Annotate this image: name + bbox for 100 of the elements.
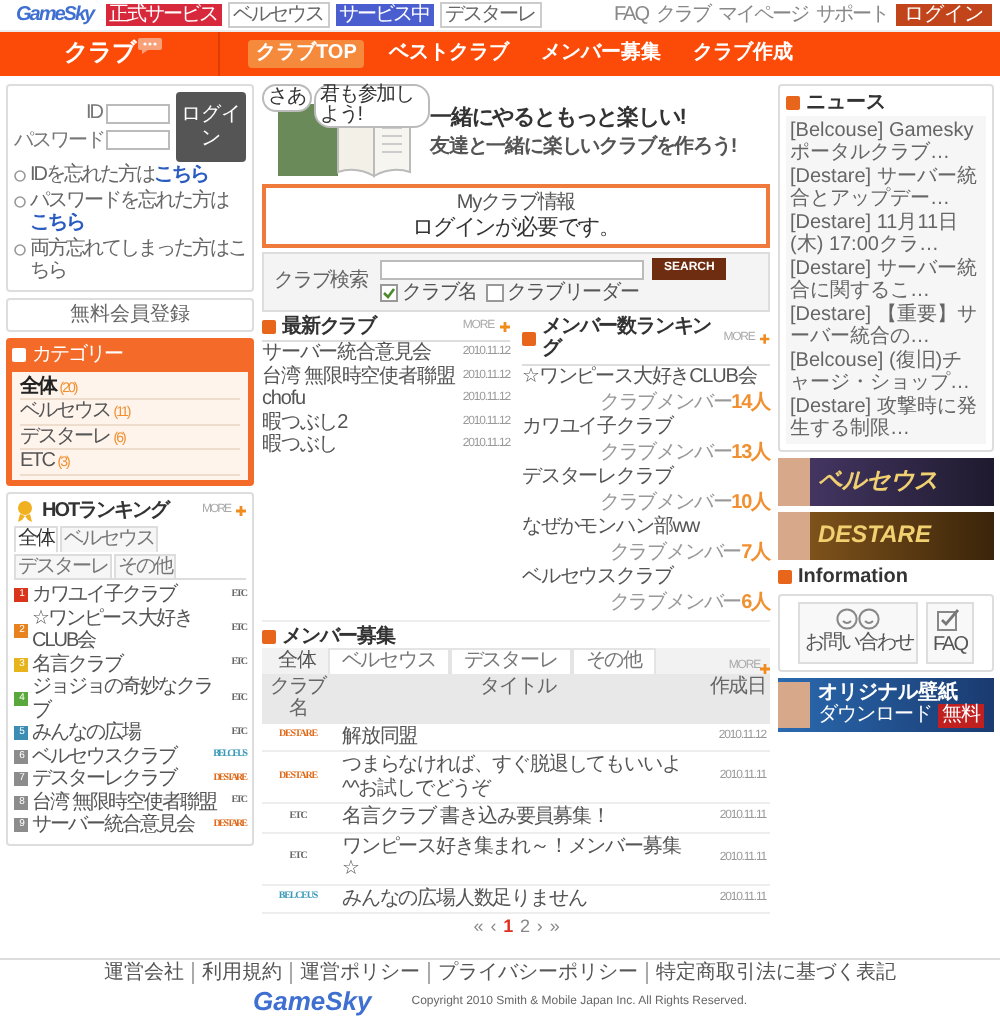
- search-field[interactable]: [380, 259, 645, 280]
- wallpaper-banner[interactable]: オリジナル壁紙 ダウンロード 無料: [778, 677, 994, 731]
- ranking-tab[interactable]: ベルセウス: [60, 526, 158, 551]
- login-button[interactable]: ログイン: [176, 92, 246, 162]
- club-title: クラブ: [64, 40, 136, 68]
- header-link[interactable]: サポート: [816, 3, 888, 27]
- help-text: パスワードを忘れた方は こちら: [30, 189, 231, 235]
- game-link[interactable]: ベルセウス: [227, 1, 330, 29]
- recruit-tab[interactable]: その他: [571, 648, 657, 674]
- section-title: HOTランキング: [42, 499, 169, 522]
- checkbox[interactable]: [380, 284, 399, 303]
- arrow-square-icon: [12, 348, 26, 363]
- character-art-placeholder: [778, 511, 810, 559]
- ranking-tab[interactable]: デスターレ: [14, 553, 112, 578]
- here-link[interactable]: こちら: [30, 212, 84, 234]
- gamesky-logo[interactable]: GameSky: [16, 3, 94, 27]
- club-link[interactable]: 暇つぶし2: [262, 411, 348, 435]
- game-link[interactable]: デスターレ: [439, 1, 542, 29]
- news-link[interactable]: [Belcouse] Gameskyポータルクラブ…: [790, 119, 982, 163]
- news-link[interactable]: [Destare] 11月11日(木) 17:00クラ…: [790, 211, 982, 255]
- arrow-square-icon: [262, 319, 276, 334]
- page-link[interactable]: 2: [520, 916, 529, 937]
- footer-link[interactable]: 運営ポリシー: [290, 961, 420, 985]
- register-button[interactable]: 無料会員登録: [6, 297, 254, 332]
- banner-title: DESTARE: [818, 521, 931, 549]
- club-link[interactable]: ベルセウスクラブ: [32, 745, 210, 768]
- club-link[interactable]: デスターレクラブ: [522, 465, 673, 489]
- game-banner[interactable]: ベルセウス: [778, 457, 994, 505]
- ranking-tab[interactable]: 全体: [14, 526, 58, 551]
- hero-headline: 一緒にやるともっと楽しい!: [430, 105, 688, 132]
- banner-title: オリジナル壁紙: [818, 681, 960, 704]
- checklist-icon: [936, 608, 963, 632]
- footer-link[interactable]: プライバシーポリシー: [428, 961, 638, 985]
- id-field[interactable]: [106, 103, 170, 124]
- checkbox[interactable]: [485, 284, 504, 303]
- club-link[interactable]: ジョジョの奇妙なクラブ: [32, 676, 228, 722]
- column-header: タイトル: [478, 675, 559, 702]
- service-badge: サービス中: [335, 3, 434, 27]
- checkbox-label: クラブリーダー: [507, 282, 639, 306]
- ranking-tab[interactable]: その他: [114, 553, 176, 578]
- club-link[interactable]: ☆ワンピース大好きCLUB会: [32, 607, 228, 653]
- plus-icon: [500, 321, 510, 332]
- club-link[interactable]: カワユイ子クラブ: [32, 584, 228, 607]
- section-title: ニュース: [806, 92, 886, 115]
- game-banner[interactable]: DESTARE: [778, 511, 994, 559]
- banner-subtitle: ダウンロード: [818, 704, 932, 727]
- news-link[interactable]: [Destare] サーバー統合とアップデー…: [790, 165, 982, 209]
- banner-title: ベルセウス: [818, 467, 938, 495]
- page-link[interactable]: ›: [536, 916, 542, 937]
- arrow-square-icon: [786, 96, 800, 111]
- speech-bubble-icon: [136, 36, 164, 56]
- password-label: パスワード: [14, 129, 102, 152]
- club-link[interactable]: 名言クラブ: [32, 653, 228, 676]
- checkbox-label: クラブ名: [402, 282, 478, 306]
- character-art-placeholder: [778, 457, 810, 505]
- news-link[interactable]: [Belcouse] (復旧)チャージ・ショップ…: [790, 349, 982, 393]
- login-button[interactable]: ログイン: [896, 3, 992, 27]
- page-link[interactable]: ‹: [490, 916, 496, 937]
- club-link[interactable]: サーバー統合意見会: [262, 342, 432, 366]
- character-art-placeholder: [778, 681, 810, 727]
- club-link[interactable]: chofu: [262, 388, 305, 412]
- footer-link[interactable]: 利用規約: [192, 961, 282, 985]
- club-link[interactable]: ☆ワンピース大好きCLUB会: [522, 365, 757, 389]
- plus-icon: [760, 663, 770, 674]
- club-link[interactable]: ベルセウスクラブ: [522, 565, 673, 589]
- club-link[interactable]: 台湾 無限時空使者聯盟: [262, 365, 455, 389]
- info-button[interactable]: FAQ: [926, 602, 973, 663]
- recruit-tab[interactable]: デスターレ: [449, 648, 572, 674]
- footer-link[interactable]: 運営会社: [104, 961, 184, 985]
- login-required-message: ログインが必要です。: [411, 215, 620, 241]
- footer-link[interactable]: 特定商取引法に基づく表記: [646, 961, 896, 985]
- page-link[interactable]: 1: [503, 916, 512, 937]
- post-title-link[interactable]: 解放同盟: [334, 725, 694, 749]
- club-link[interactable]: デスターレクラブ: [32, 768, 210, 791]
- page-link[interactable]: «: [473, 916, 483, 937]
- page-link[interactable]: »: [549, 916, 559, 937]
- club-link[interactable]: 台湾 無限時空使者聯盟: [32, 791, 228, 814]
- club-link[interactable]: サーバー統合意見会: [32, 814, 210, 837]
- post-title-link[interactable]: 名言クラブ 書き込み要員募集！: [334, 806, 694, 830]
- news-link[interactable]: [Destare] サーバー統合に関するこ…: [790, 257, 982, 301]
- post-title-link[interactable]: みんなの広場人数足りません: [334, 887, 694, 911]
- member-count: クラブメンバー6人: [609, 592, 770, 616]
- here-link[interactable]: こちら: [154, 164, 208, 186]
- header-link[interactable]: マイページ: [718, 3, 808, 27]
- section-title: メンバー数ランキング: [542, 315, 714, 362]
- club-link[interactable]: 暇つぶし: [262, 434, 338, 458]
- club-link[interactable]: みんなの広場: [32, 722, 228, 745]
- club-link[interactable]: カワユイ子クラブ: [522, 415, 673, 439]
- header-link[interactable]: FAQ: [613, 3, 648, 27]
- news-link[interactable]: [Destare] 攻撃時に発生する制限…: [790, 395, 982, 439]
- info-circle-icon: [14, 243, 26, 255]
- recruit-tab[interactable]: ベルセウス: [327, 648, 450, 674]
- post-title-link[interactable]: ワンピース好き集まれ～！メンバー募集☆: [334, 835, 694, 882]
- password-field[interactable]: [106, 130, 170, 151]
- header-link[interactable]: クラブ: [656, 3, 710, 27]
- arrow-square-icon: [778, 569, 792, 584]
- club-link[interactable]: なぜかモンハン部ww: [522, 515, 699, 539]
- news-link[interactable]: [Destare] 【重要】サーバー統合の…: [790, 303, 982, 347]
- info-button[interactable]: お問い合わせ: [798, 602, 919, 663]
- post-title-link[interactable]: つまらなければ、すぐ脱退してもいいよ^^お試しでどうぞ: [334, 754, 694, 801]
